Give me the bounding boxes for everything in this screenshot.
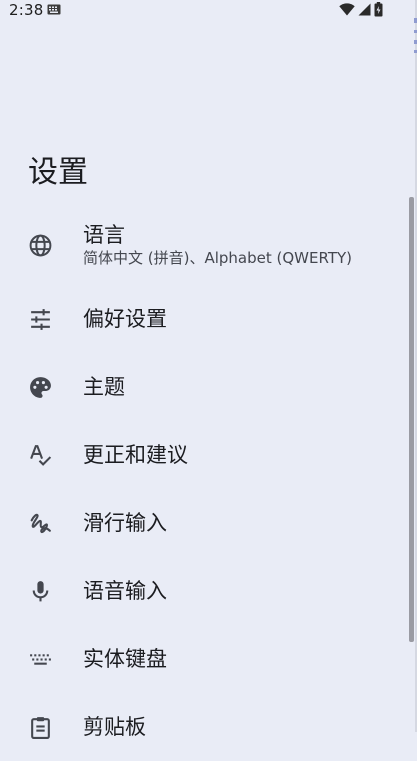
settings-item-label: 语言 <box>83 223 125 247</box>
spellcheck-icon <box>28 443 53 468</box>
settings-item-label: 语音输入 <box>83 579 167 603</box>
settings-item-label: 偏好设置 <box>83 307 167 331</box>
tune-icon <box>28 307 53 332</box>
settings-item-label: 滑行输入 <box>83 511 167 535</box>
settings-item-physical-keyboard[interactable]: 实体键盘 <box>0 625 409 693</box>
globe-icon <box>28 233 53 258</box>
signal-icon <box>358 3 371 16</box>
settings-item-corrections[interactable]: 更正和建议 <box>0 421 409 489</box>
gesture-icon <box>28 511 53 536</box>
notification-icon <box>47 4 61 15</box>
clipboard-icon <box>28 715 53 740</box>
settings-item-glide-typing[interactable]: 滑行输入 <box>0 489 409 557</box>
keyboard-icon <box>28 647 53 672</box>
settings-item-label: 更正和建议 <box>83 443 188 467</box>
settings-item-label: 主题 <box>83 375 125 399</box>
settings-item-voice-input[interactable]: 语音输入 <box>0 557 409 625</box>
settings-item-label: 剪贴板 <box>83 715 146 739</box>
settings-item-preferences[interactable]: 偏好设置 <box>0 285 409 353</box>
status-time: 2:38 <box>9 1 44 19</box>
edge-artifact <box>414 18 417 53</box>
settings-item-clipboard[interactable]: 剪贴板 <box>0 693 409 761</box>
status-bar: 2:38 <box>0 0 417 20</box>
page-title: 设置 <box>28 155 88 190</box>
settings-item-theme[interactable]: 主题 <box>0 353 409 421</box>
settings-item-label: 实体键盘 <box>83 647 167 671</box>
settings-item-language[interactable]: 语言 简体中文 (拼音)、Alphabet (QWERTY) <box>0 205 409 285</box>
scrollbar[interactable] <box>409 197 414 642</box>
palette-icon <box>28 375 53 400</box>
settings-list: 语言 简体中文 (拼音)、Alphabet (QWERTY) 偏好设置 主题 更… <box>0 205 409 761</box>
settings-item-summary: 简体中文 (拼音)、Alphabet (QWERTY) <box>83 249 352 267</box>
mic-icon <box>28 579 53 604</box>
battery-icon <box>374 2 383 17</box>
wifi-icon <box>339 3 355 16</box>
status-icons <box>339 2 383 17</box>
